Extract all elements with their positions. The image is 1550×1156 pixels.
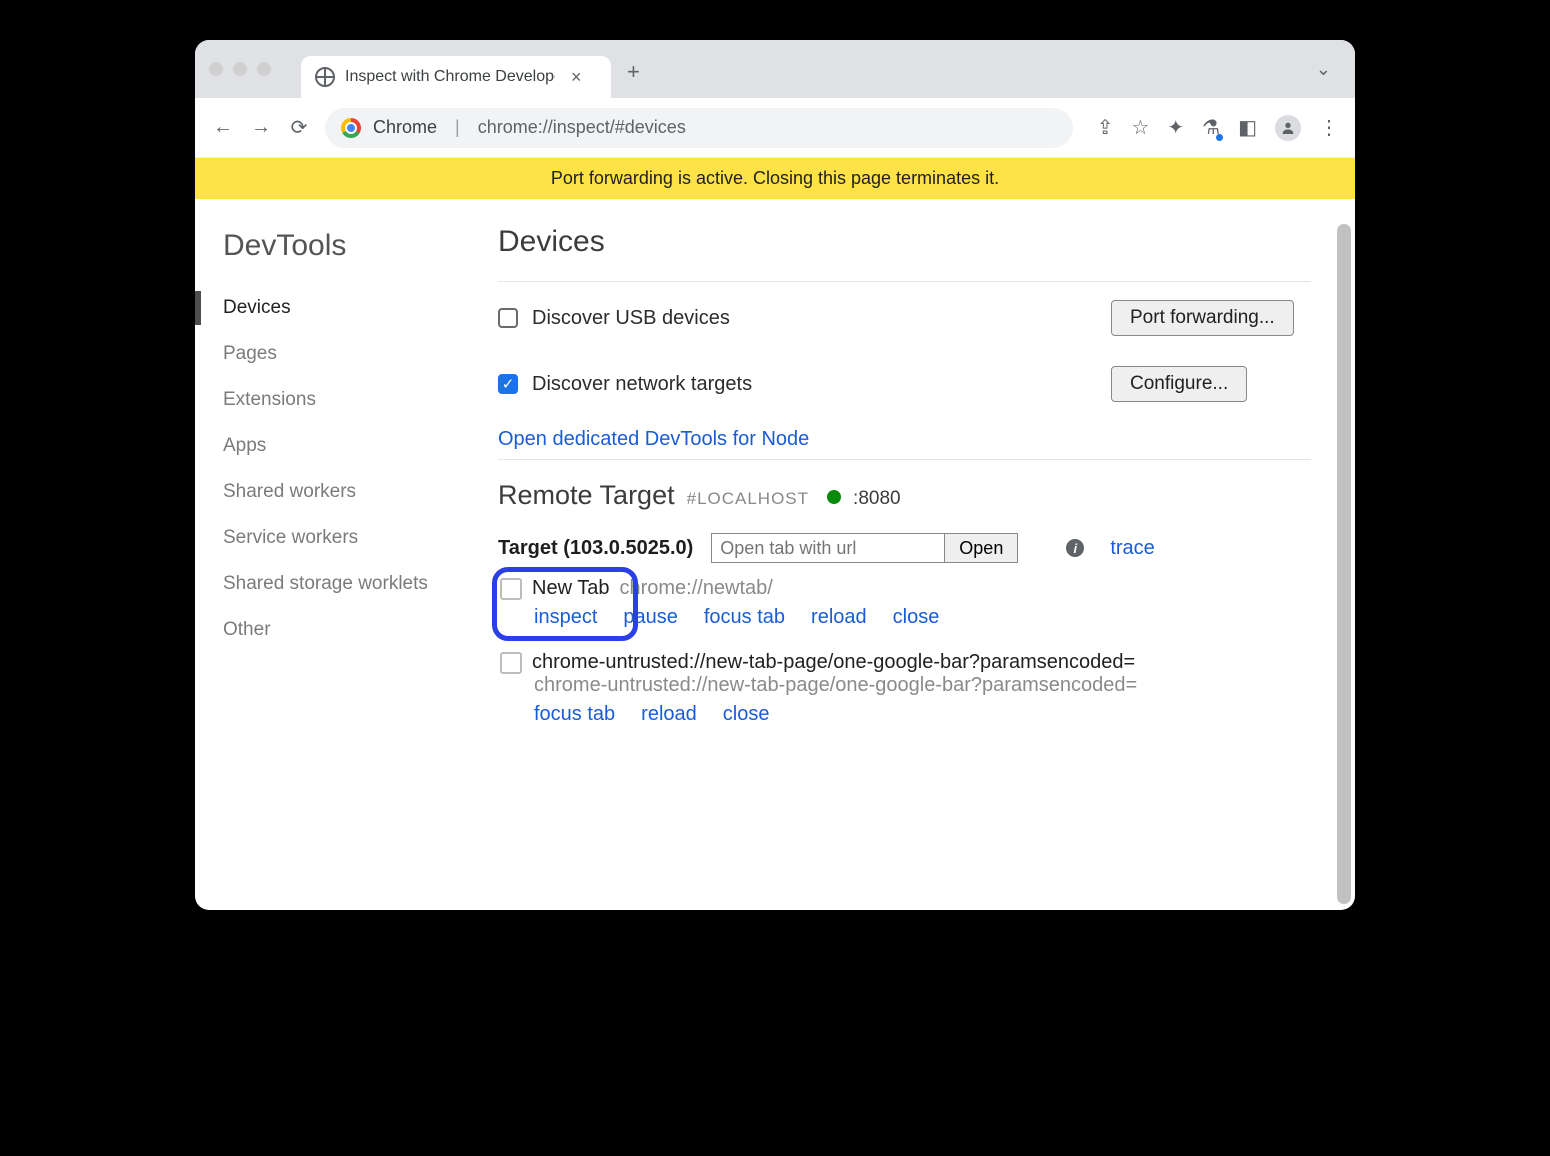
status-dot-icon xyxy=(827,490,841,504)
forward-button[interactable]: → xyxy=(249,116,273,139)
sidebar-item-pages[interactable]: Pages xyxy=(195,331,490,377)
browser-tab[interactable]: Inspect with Chrome Develope × xyxy=(301,56,611,98)
person-icon xyxy=(1280,120,1296,136)
sidebar-item-extensions[interactable]: Extensions xyxy=(195,377,490,423)
titlebar: Inspect with Chrome Develope × + ⌄ xyxy=(195,40,1355,98)
new-tab-button[interactable]: + xyxy=(627,59,640,85)
focus-tab-link[interactable]: focus tab xyxy=(534,703,615,726)
remote-target-port: :8080 xyxy=(853,488,901,510)
extensions-icon[interactable]: ✦ xyxy=(1167,115,1184,140)
close-link[interactable]: close xyxy=(893,606,940,629)
sidebar-item-other[interactable]: Other xyxy=(195,607,490,653)
discover-network-label: Discover network targets xyxy=(532,373,752,396)
sidebar-item-shared-workers[interactable]: Shared workers xyxy=(195,469,490,515)
target-entry: chrome-untrusted://new-tab-page/one-goog… xyxy=(500,651,1311,726)
omnibox-chip: Chrome xyxy=(373,117,437,138)
entry-url: chrome-untrusted://new-tab-page/one-goog… xyxy=(534,674,1137,696)
favicon-placeholder-icon xyxy=(500,652,522,674)
globe-icon xyxy=(315,67,335,87)
share-icon[interactable]: ⇪ xyxy=(1097,115,1114,140)
port-forwarding-banner: Port forwarding is active. Closing this … xyxy=(195,158,1355,199)
open-tab-url-input[interactable] xyxy=(711,533,945,563)
favicon-placeholder-icon xyxy=(500,578,522,600)
reload-button[interactable]: ⟳ xyxy=(287,115,311,140)
entry-title: chrome-untrusted://new-tab-page/one-goog… xyxy=(532,651,1135,674)
address-bar[interactable]: Chrome | chrome://inspect/#devices xyxy=(325,108,1073,148)
entry-title: New Tab xyxy=(532,577,609,600)
divider xyxy=(498,281,1311,282)
tab-title: Inspect with Chrome Develope xyxy=(345,68,555,86)
info-icon[interactable]: i xyxy=(1066,539,1084,557)
reload-link[interactable]: reload xyxy=(641,703,697,726)
remote-target-hash: #LOCALHOST xyxy=(687,489,809,509)
sidebar-heading: DevTools xyxy=(195,229,490,285)
discover-network-checkbox[interactable]: ✓ xyxy=(498,374,518,394)
entry-url: chrome://newtab/ xyxy=(619,577,772,600)
inspect-link[interactable]: inspect xyxy=(534,606,597,629)
chrome-icon xyxy=(341,118,361,138)
chevron-down-icon: ⌄ xyxy=(1316,59,1331,79)
side-panel-icon[interactable]: ◧ xyxy=(1238,115,1257,140)
tab-close-icon[interactable]: × xyxy=(571,67,582,88)
remote-target-title: Remote Target xyxy=(498,480,675,511)
content: Devices Discover USB devices Port forwar… xyxy=(490,199,1355,910)
entry-actions: inspect pause focus tab reload close xyxy=(534,606,1311,629)
back-button[interactable]: ← xyxy=(211,116,235,139)
sidebar: DevTools Devices Pages Extensions Apps S… xyxy=(195,199,490,910)
discover-usb-checkbox[interactable] xyxy=(498,308,518,328)
reload-link[interactable]: reload xyxy=(811,606,867,629)
close-link[interactable]: close xyxy=(723,703,770,726)
labs-icon[interactable]: ⚗ xyxy=(1202,115,1220,140)
profile-avatar[interactable] xyxy=(1275,115,1301,141)
focus-tab-link[interactable]: focus tab xyxy=(704,606,785,629)
omnibox-url: chrome://inspect/#devices xyxy=(478,117,686,138)
toolbar-actions: ⇪ ☆ ✦ ⚗ ◧ ⋮ xyxy=(1097,115,1339,141)
discover-usb-label: Discover USB devices xyxy=(532,307,730,330)
open-tab-button[interactable]: Open xyxy=(944,533,1018,563)
main: DevTools Devices Pages Extensions Apps S… xyxy=(195,199,1355,910)
sidebar-item-service-workers[interactable]: Service workers xyxy=(195,515,490,561)
toolbar: ← → ⟳ Chrome | chrome://inspect/#devices… xyxy=(195,98,1355,158)
sidebar-item-devices[interactable]: Devices xyxy=(195,285,490,331)
page-heading: Devices xyxy=(498,225,1311,259)
port-forwarding-button[interactable]: Port forwarding... xyxy=(1111,300,1294,336)
target-entry: New Tab chrome://newtab/ inspect pause f… xyxy=(500,577,1311,629)
bookmark-icon[interactable]: ☆ xyxy=(1131,115,1149,140)
remote-target-header: Remote Target #LOCALHOST :8080 xyxy=(498,480,1311,511)
tabstrip-overflow[interactable]: ⌄ xyxy=(1316,59,1331,80)
target-line: Target (103.0.5025.0) Open i trace xyxy=(498,533,1311,563)
window-controls xyxy=(209,62,271,76)
minimize-window-icon[interactable] xyxy=(233,62,247,76)
discover-network-row: ✓ Discover network targets Configure... xyxy=(498,366,1311,402)
discover-usb-row: Discover USB devices Port forwarding... xyxy=(498,300,1311,336)
sidebar-item-shared-storage-worklets[interactable]: Shared storage worklets xyxy=(195,561,490,607)
divider xyxy=(498,459,1311,460)
target-label: Target (103.0.5025.0) xyxy=(498,537,693,560)
trace-link[interactable]: trace xyxy=(1110,537,1154,560)
close-window-icon[interactable] xyxy=(209,62,223,76)
browser-window: Inspect with Chrome Develope × + ⌄ ← → ⟳… xyxy=(195,40,1355,910)
zoom-window-icon[interactable] xyxy=(257,62,271,76)
entry-actions: focus tab reload close xyxy=(534,703,1311,726)
menu-icon[interactable]: ⋮ xyxy=(1319,115,1339,140)
omnibox-separator: | xyxy=(455,117,460,138)
pause-link[interactable]: pause xyxy=(623,606,678,629)
open-devtools-node-link[interactable]: Open dedicated DevTools for Node xyxy=(498,428,809,450)
sidebar-item-apps[interactable]: Apps xyxy=(195,423,490,469)
configure-button[interactable]: Configure... xyxy=(1111,366,1247,402)
